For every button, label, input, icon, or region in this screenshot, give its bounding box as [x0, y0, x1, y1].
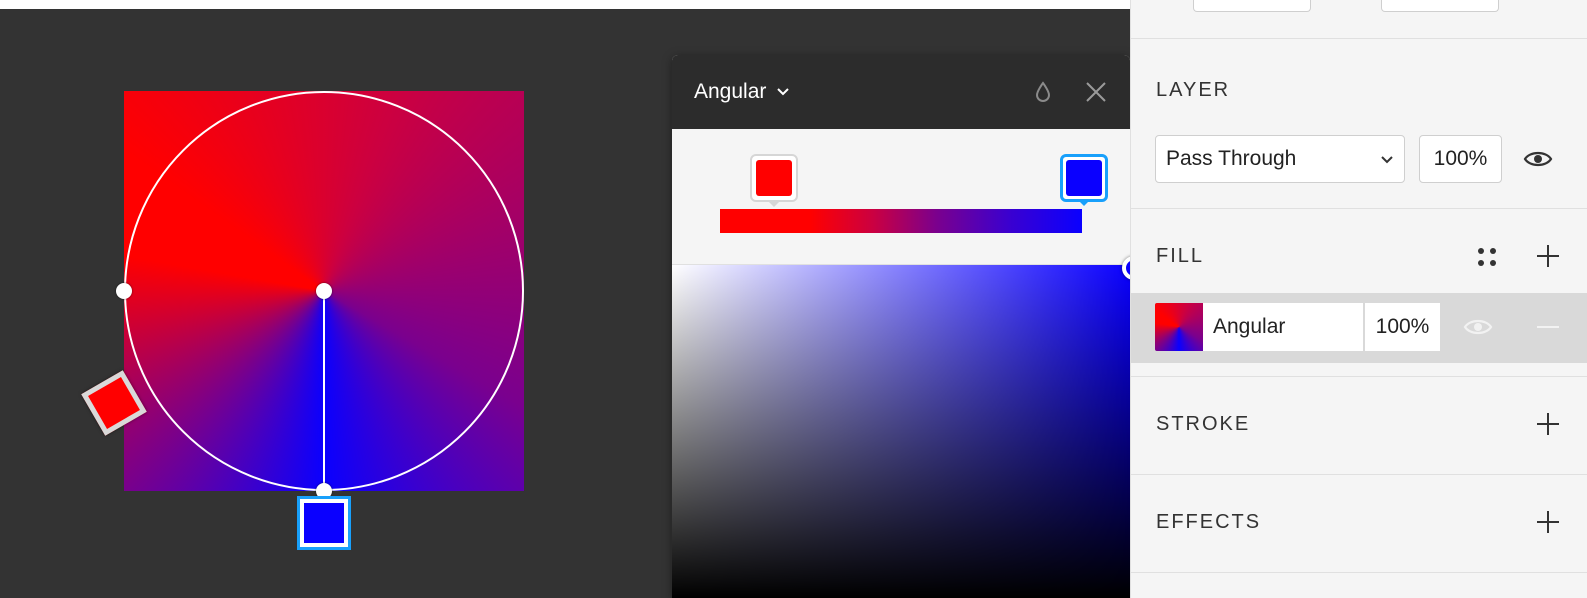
eye-icon[interactable]	[1463, 313, 1493, 341]
close-icon[interactable]	[1084, 80, 1108, 104]
fill-type-input[interactable]: Angular	[1203, 303, 1363, 351]
fill-section-title: FILL	[1156, 245, 1205, 267]
top-input-left[interactable]	[1193, 0, 1311, 12]
canvas-stop-blue-selected[interactable]	[297, 496, 351, 550]
layer-section-title: LAYER	[1156, 79, 1231, 101]
blend-mode-value: Pass Through	[1166, 147, 1297, 170]
chevron-down-icon	[1380, 147, 1394, 171]
stroke-section: STROKE	[1131, 376, 1587, 474]
layer-opacity-input[interactable]: 100%	[1419, 135, 1502, 183]
gradient-type-label[interactable]: Angular	[694, 80, 766, 104]
fill-section: FILL Angular 100%	[1131, 208, 1587, 376]
drop-icon[interactable]	[1032, 81, 1054, 103]
fill-opacity-input[interactable]: 100%	[1364, 303, 1440, 351]
fill-row[interactable]: Angular 100%	[1131, 293, 1587, 363]
minus-icon[interactable]	[1534, 313, 1562, 341]
gradient-handle-bottom[interactable]	[316, 483, 332, 499]
next-section	[1131, 572, 1587, 598]
picker-header: Angular	[672, 55, 1130, 129]
properties-panel: LAYER Pass Through 100% FILL Angular 100…	[1130, 0, 1587, 598]
eye-icon[interactable]	[1523, 145, 1553, 173]
four-dots-icon[interactable]	[1476, 246, 1498, 268]
effects-section: EFFECTS	[1131, 474, 1587, 572]
plus-icon[interactable]	[1534, 508, 1562, 536]
gradient-stop-editor	[672, 129, 1130, 265]
gradient-stop-blue-selected[interactable]	[1060, 154, 1108, 206]
top-input-right[interactable]	[1381, 0, 1499, 12]
effects-section-title: EFFECTS	[1156, 511, 1262, 533]
gradient-stop-red[interactable]	[750, 154, 798, 207]
chevron-down-icon[interactable]	[776, 84, 790, 100]
stroke-section-title: STROKE	[1156, 413, 1251, 435]
gradient-preview-bar[interactable]	[720, 209, 1082, 233]
stop-swatch	[756, 160, 792, 196]
gradient-handle-center[interactable]	[316, 283, 332, 299]
gradient-handle-left[interactable]	[116, 283, 132, 299]
saturation-brightness-field[interactable]	[672, 265, 1130, 598]
blend-mode-select[interactable]: Pass Through	[1155, 135, 1405, 183]
color-picker-panel: Angular	[672, 55, 1130, 598]
fill-swatch[interactable]	[1155, 303, 1203, 351]
plus-icon[interactable]	[1534, 410, 1562, 438]
layer-section: LAYER Pass Through 100%	[1131, 38, 1587, 208]
plus-icon[interactable]	[1534, 242, 1562, 270]
stop-swatch	[1066, 160, 1102, 196]
gradient-radius-line	[323, 291, 325, 491]
